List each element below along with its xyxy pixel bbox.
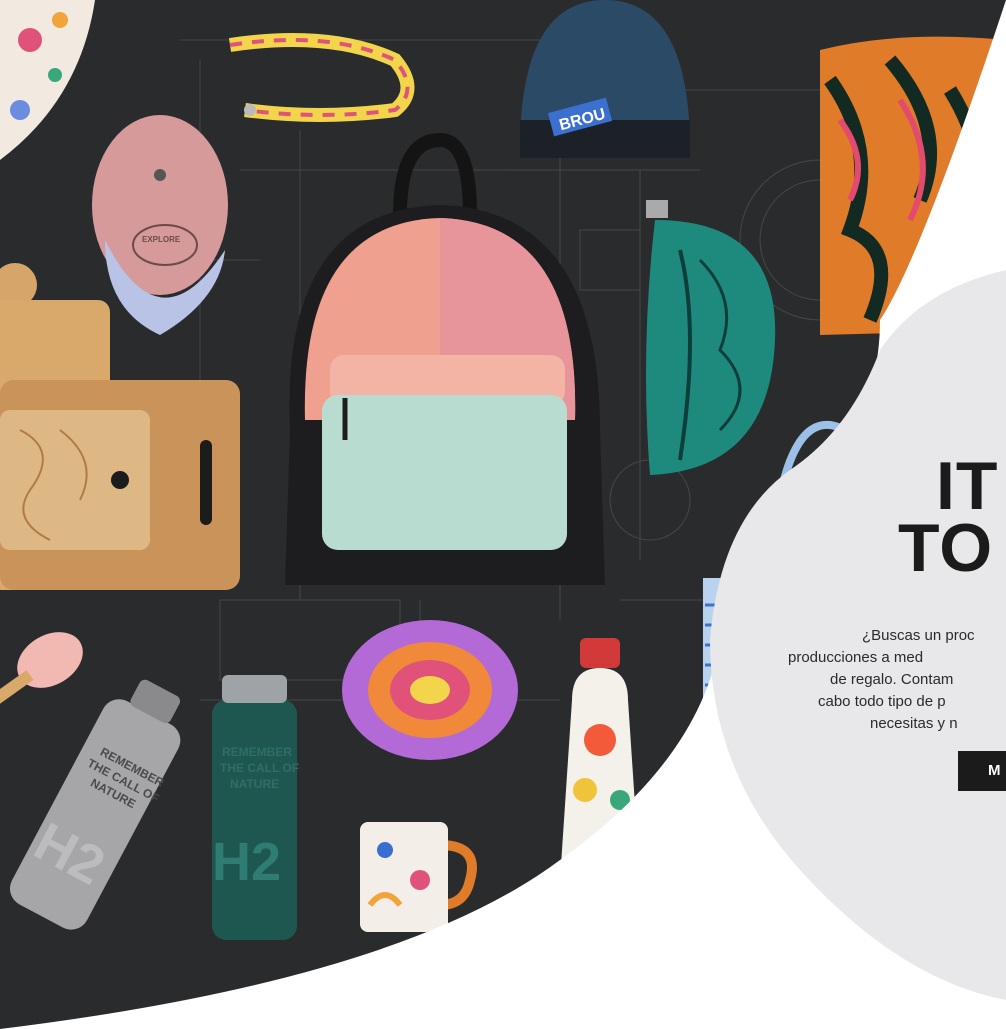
hero-content: IT TO ¿Buscas un proc producciones a med… (780, 455, 1006, 855)
svg-text:THE CALL OF: THE CALL OF (220, 761, 299, 775)
svg-text:EXPLORE: EXPLORE (142, 235, 181, 244)
description-line-5: necesitas y n (870, 715, 958, 732)
description-line-2: producciones a med (788, 649, 924, 666)
headline-line-2: TO (898, 510, 994, 586)
svg-text:NATURE: NATURE (230, 777, 279, 791)
cta-button[interactable]: M (958, 751, 1006, 791)
description-line-4: cabo todo tipo de p (818, 693, 946, 710)
tie-dye-swim-cap (342, 620, 518, 760)
headline-line-1: IT (936, 455, 999, 524)
green-water-bottle: REMEMBER THE CALL OF NATURE H2 (212, 675, 299, 940)
svg-text:REMEMBER: REMEMBER (222, 745, 292, 759)
description-line-1: ¿Buscas un proc (862, 627, 975, 644)
svg-text:H2: H2 (212, 832, 281, 892)
description-line-3: de regalo. Contam (830, 671, 954, 688)
